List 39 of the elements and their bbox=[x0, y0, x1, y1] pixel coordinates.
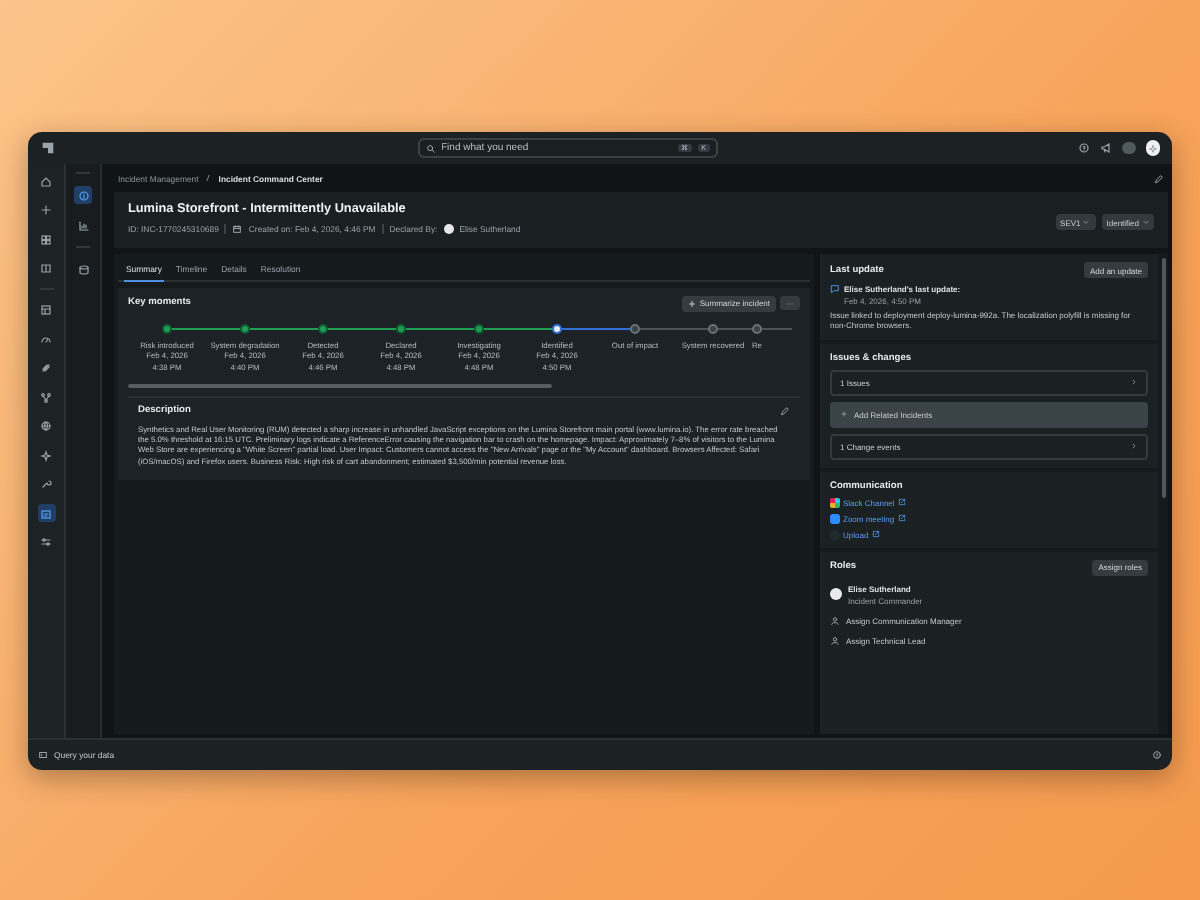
scrollbar[interactable] bbox=[128, 383, 552, 388]
video-icon bbox=[830, 514, 839, 524]
more-icon bbox=[786, 299, 794, 307]
person-icon bbox=[830, 635, 840, 646]
plus-icon[interactable] bbox=[40, 204, 52, 216]
info-icon[interactable] bbox=[77, 189, 89, 201]
grid-icon[interactable] bbox=[40, 233, 52, 245]
database-icon[interactable] bbox=[77, 263, 89, 275]
calendar-icon bbox=[232, 224, 243, 234]
workspace-avatar[interactable] bbox=[1145, 140, 1160, 156]
incident-icon[interactable] bbox=[40, 507, 52, 519]
megaphone-icon[interactable] bbox=[1100, 142, 1112, 154]
logo-icon[interactable] bbox=[40, 140, 56, 156]
sparkle-icon bbox=[687, 299, 696, 307]
sparkle-icon[interactable] bbox=[40, 449, 52, 461]
gauge-icon[interactable] bbox=[40, 333, 52, 345]
avatar bbox=[830, 588, 842, 601]
external-link-icon[interactable] bbox=[898, 498, 907, 507]
home-icon[interactable] bbox=[40, 175, 52, 187]
external-link-icon[interactable] bbox=[872, 530, 881, 539]
pencil-icon[interactable] bbox=[780, 405, 790, 416]
caret-icon bbox=[1141, 218, 1149, 226]
chart-icon[interactable] bbox=[77, 219, 89, 231]
network-icon[interactable] bbox=[40, 391, 52, 403]
scrollbar[interactable] bbox=[1162, 258, 1166, 498]
globe-icon[interactable] bbox=[40, 420, 52, 432]
terminal-icon bbox=[38, 750, 48, 760]
dashboard-icon[interactable] bbox=[40, 304, 52, 316]
sparkle-icon bbox=[1147, 143, 1158, 153]
wrench-icon[interactable] bbox=[40, 478, 52, 490]
search-icon bbox=[425, 143, 435, 153]
chat-app-icon bbox=[830, 498, 839, 508]
external-link-icon[interactable] bbox=[898, 514, 907, 523]
book-icon[interactable] bbox=[40, 262, 52, 274]
avatar bbox=[443, 224, 454, 234]
person-icon bbox=[830, 615, 840, 626]
pencil-icon[interactable] bbox=[1154, 173, 1164, 183]
sliders-icon[interactable] bbox=[40, 536, 52, 548]
chat-icon bbox=[830, 284, 840, 294]
